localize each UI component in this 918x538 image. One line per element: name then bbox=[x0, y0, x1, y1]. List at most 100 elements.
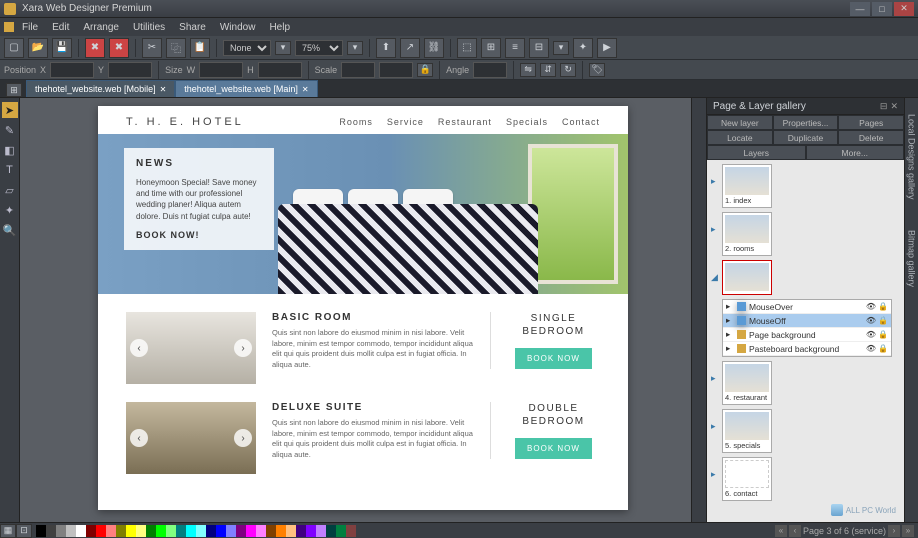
visibility-icon[interactable]: 👁 bbox=[866, 330, 876, 339]
carousel-prev-icon[interactable]: ‹ bbox=[130, 339, 148, 357]
selector-tool-icon[interactable]: ➤ bbox=[2, 102, 18, 118]
color-swatch[interactable] bbox=[226, 525, 236, 537]
visibility-icon[interactable]: 👁 bbox=[866, 316, 876, 325]
layer-row[interactable]: ▸MouseOver👁🔒 bbox=[723, 300, 891, 314]
color-swatch[interactable] bbox=[206, 525, 216, 537]
text-tool-icon[interactable]: T bbox=[2, 162, 18, 178]
tab-more[interactable]: More... bbox=[806, 145, 905, 160]
page-thumb[interactable]: 4. restaurant bbox=[722, 361, 772, 405]
color-swatch[interactable] bbox=[146, 525, 156, 537]
export-button[interactable]: ⬆ bbox=[376, 38, 396, 58]
color-swatch[interactable] bbox=[126, 525, 136, 537]
expand-icon[interactable]: ▸ bbox=[711, 469, 719, 480]
tab-pages[interactable]: Pages bbox=[838, 115, 904, 130]
h-input[interactable] bbox=[258, 62, 302, 78]
menu-edit[interactable]: Edit bbox=[46, 20, 75, 35]
lock-icon[interactable]: 🔒 bbox=[878, 330, 888, 339]
tab-properties[interactable]: Properties... bbox=[773, 115, 839, 130]
color-swatch[interactable] bbox=[176, 525, 186, 537]
color-swatch[interactable] bbox=[86, 525, 96, 537]
prev-page-button[interactable]: ‹ bbox=[789, 525, 801, 537]
page-thumb[interactable]: 1. index bbox=[722, 164, 772, 208]
paste-button[interactable]: 📋 bbox=[190, 38, 210, 58]
close-icon[interactable]: ✕ bbox=[302, 85, 309, 94]
carousel-next-icon[interactable]: › bbox=[234, 339, 252, 357]
shape-tool-icon[interactable]: ◧ bbox=[2, 142, 18, 158]
color-swatch[interactable] bbox=[46, 525, 56, 537]
panel-pin-icon[interactable]: ⊟ bbox=[880, 101, 888, 112]
menu-share[interactable]: Share bbox=[173, 20, 212, 35]
color-swatch[interactable] bbox=[316, 525, 326, 537]
zoom-dropdown-icon[interactable]: ▾ bbox=[347, 41, 363, 55]
color-swatch[interactable] bbox=[36, 525, 46, 537]
layer-row[interactable]: ▸Pasteboard background👁🔒 bbox=[723, 342, 891, 356]
close-icon[interactable]: ✕ bbox=[160, 85, 167, 94]
line-tool-icon[interactable]: ▱ bbox=[2, 182, 18, 198]
angle-input[interactable] bbox=[473, 62, 507, 78]
tag-icon[interactable]: 🏷 bbox=[589, 63, 605, 77]
carousel-prev-icon[interactable]: ‹ bbox=[130, 429, 148, 447]
copy-button[interactable]: ⿻ bbox=[166, 38, 186, 58]
new-button[interactable]: ▢ bbox=[4, 38, 24, 58]
open-button[interactable]: 📂 bbox=[28, 38, 48, 58]
pen-tool-icon[interactable]: ✎ bbox=[2, 122, 18, 138]
lock-icon[interactable]: 🔒 bbox=[878, 302, 888, 311]
expand-icon[interactable]: ▸ bbox=[711, 176, 719, 187]
doc-tab-main[interactable]: thehotel_website.web [Main] ✕ bbox=[175, 80, 317, 97]
first-page-button[interactable]: « bbox=[775, 525, 787, 537]
visibility-icon[interactable]: 👁 bbox=[866, 302, 876, 311]
tab-duplicate[interactable]: Duplicate bbox=[773, 130, 839, 145]
color-swatch[interactable] bbox=[246, 525, 256, 537]
scale-h-input[interactable] bbox=[379, 62, 413, 78]
color-swatch[interactable] bbox=[156, 525, 166, 537]
color-swatch[interactable] bbox=[326, 525, 336, 537]
eyedropper-tool-icon[interactable]: ✦ bbox=[2, 202, 18, 218]
menu-help[interactable]: Help bbox=[263, 20, 296, 35]
color-swatch[interactable] bbox=[266, 525, 276, 537]
flip-h-icon[interactable]: ⇋ bbox=[520, 63, 536, 77]
nav-restaurant[interactable]: Restaurant bbox=[438, 117, 492, 127]
doc-tab-mobile[interactable]: thehotel_website.web [Mobile] ✕ bbox=[26, 80, 175, 97]
expand-icon[interactable]: ▸ bbox=[711, 421, 719, 432]
color-swatch[interactable] bbox=[186, 525, 196, 537]
visibility-icon[interactable]: 👁 bbox=[866, 344, 876, 353]
flip-v-icon[interactable]: ⇵ bbox=[540, 63, 556, 77]
tab-new-layer[interactable]: New layer bbox=[707, 115, 773, 130]
book-now-button[interactable]: BOOK NOW bbox=[515, 348, 592, 369]
distribute-button[interactable]: ⊟ bbox=[529, 38, 549, 58]
page-thumb[interactable]: 2. rooms bbox=[722, 212, 772, 256]
tab-locate[interactable]: Locate bbox=[707, 130, 773, 145]
y-input[interactable] bbox=[108, 62, 152, 78]
arrange-button[interactable]: ⬚ bbox=[457, 38, 477, 58]
canvas[interactable]: T. H. E. HOTEL Rooms Service Restaurant … bbox=[20, 98, 706, 522]
cut-button[interactable]: ✂ bbox=[142, 38, 162, 58]
nav-contact[interactable]: Contact bbox=[562, 117, 600, 127]
color-swatch[interactable] bbox=[306, 525, 316, 537]
nav-service[interactable]: Service bbox=[387, 117, 424, 127]
more-icon[interactable]: ▾ bbox=[553, 41, 569, 55]
color-swatch[interactable] bbox=[276, 525, 286, 537]
menu-utilities[interactable]: Utilities bbox=[127, 20, 171, 35]
zoom-select[interactable]: 75% bbox=[295, 40, 343, 56]
group-button[interactable]: ⊞ bbox=[481, 38, 501, 58]
maximize-button[interactable]: □ bbox=[872, 2, 892, 16]
color-swatch[interactable] bbox=[216, 525, 226, 537]
save-button[interactable]: 💾 bbox=[52, 38, 72, 58]
lock-aspect-icon[interactable]: 🔒 bbox=[417, 63, 433, 77]
carousel-next-icon[interactable]: › bbox=[234, 429, 252, 447]
color-swatch[interactable] bbox=[286, 525, 296, 537]
lock-icon[interactable]: 🔒 bbox=[878, 316, 888, 325]
color-swatch[interactable] bbox=[96, 525, 106, 537]
tab-delete[interactable]: Delete bbox=[838, 130, 904, 145]
dropdown-icon[interactable]: ▾ bbox=[275, 41, 291, 55]
next-page-button[interactable]: › bbox=[888, 525, 900, 537]
color-swatch[interactable] bbox=[136, 525, 146, 537]
page-thumb-active[interactable] bbox=[722, 260, 772, 295]
publish-button[interactable]: ↗ bbox=[400, 38, 420, 58]
hero-cta[interactable]: BOOK NOW! bbox=[136, 230, 262, 240]
expand-icon[interactable]: ▸ bbox=[711, 224, 719, 235]
w-input[interactable] bbox=[199, 62, 243, 78]
page-thumb[interactable]: 6. contact bbox=[722, 457, 772, 501]
color-swatch[interactable] bbox=[296, 525, 306, 537]
nav-rooms[interactable]: Rooms bbox=[339, 117, 373, 127]
